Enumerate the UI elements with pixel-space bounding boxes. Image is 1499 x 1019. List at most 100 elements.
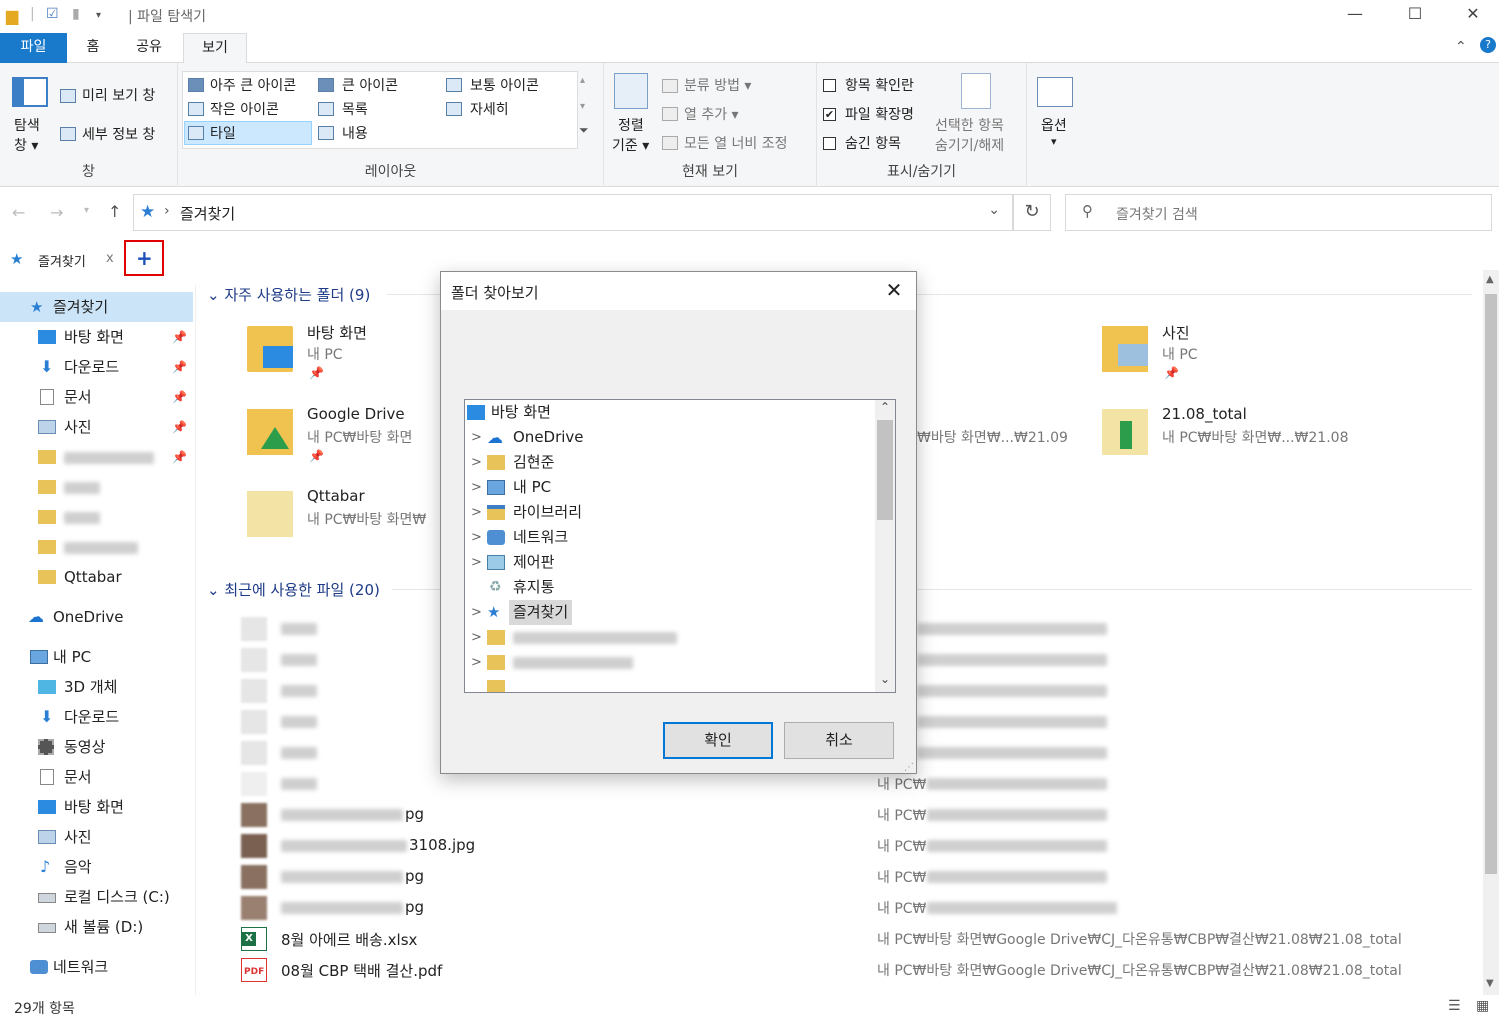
breadcrumb-chevron-icon[interactable]: ›: [164, 203, 170, 219]
layout-list[interactable]: 목록: [342, 99, 368, 119]
tile-folder[interactable]: 21.08_total 내 PC₩바탕 화면₩...₩21.08: [1102, 405, 1422, 475]
details-pane-button[interactable]: 세부 정보 창: [82, 124, 155, 144]
nav-local-disk-c[interactable]: 로컬 디스크 (C:): [0, 882, 193, 912]
expand-chevron-icon[interactable]: >: [471, 500, 482, 525]
nav-downloads[interactable]: ⬇ 다운로드 📌: [0, 352, 193, 382]
gallery-up-icon[interactable]: ▴: [580, 75, 585, 86]
options-dropdown-icon[interactable]: ▾: [1051, 135, 1057, 148]
tree-scroll-down-icon[interactable]: ⌄: [880, 672, 890, 686]
nav-desktop[interactable]: 바탕 화면 📌: [0, 322, 193, 352]
cancel-button[interactable]: 취소: [784, 722, 894, 759]
size-all-columns-button[interactable]: 모든 열 너비 조정: [684, 133, 788, 153]
nav-pc-documents[interactable]: 문서: [0, 762, 193, 792]
scroll-down-icon[interactable]: ▼: [1486, 978, 1494, 989]
expand-chevron-icon[interactable]: >: [471, 550, 482, 575]
item-checkboxes-checkbox[interactable]: [823, 79, 836, 92]
layout-tiles[interactable]: 타일: [210, 123, 236, 143]
folder-tree[interactable]: 바탕 화면 > ☁ OneDrive > 김현준 > 내 PC > 라이브러리 …: [464, 399, 896, 693]
navigation-pane-label2[interactable]: 창 ▾: [14, 135, 38, 155]
tree-item-blurred[interactable]: [465, 675, 875, 692]
tree-scroll-up-icon[interactable]: ⌃: [880, 400, 890, 414]
ok-button[interactable]: 확인: [663, 722, 773, 759]
hide-selected-button[interactable]: 선택한 항목: [935, 115, 1004, 135]
resize-grip-icon[interactable]: ⋰: [904, 762, 914, 773]
tree-item-quick-access[interactable]: > ★ 즐겨찾기: [465, 600, 875, 625]
nav-3d-objects[interactable]: 3D 개체: [0, 672, 193, 702]
refresh-button[interactable]: ↻: [1013, 194, 1051, 231]
address-bar[interactable]: ★ › 즐겨찾기 ⌄: [133, 194, 1013, 231]
group-by-button[interactable]: 분류 방법 ▾: [684, 75, 751, 95]
gallery-down-icon[interactable]: ▾: [580, 101, 585, 112]
nav-blurred-item[interactable]: 📌: [0, 442, 193, 472]
tree-item-user[interactable]: > 김현준: [465, 450, 875, 475]
tab-file[interactable]: 파일: [0, 33, 67, 63]
nav-music[interactable]: ♪ 음악: [0, 852, 193, 882]
search-input[interactable]: 즐겨찾기 검색: [1116, 204, 1198, 224]
recent-file-row[interactable]: 내 PC₩: [237, 770, 1477, 798]
maximize-button[interactable]: ☐: [1386, 0, 1444, 30]
nav-blurred-item[interactable]: [0, 502, 193, 532]
nav-volume-d[interactable]: 새 볼륨 (D:): [0, 912, 193, 942]
tree-scrollbar[interactable]: ⌃ ⌄: [875, 400, 895, 692]
recent-file-row[interactable]: 3108.jpg 내 PC₩: [237, 832, 1477, 860]
nav-documents[interactable]: 문서 📌: [0, 382, 193, 412]
layout-medium-icons[interactable]: 보통 아이콘: [470, 75, 539, 95]
tiles-view-icon[interactable]: ▦: [1476, 998, 1489, 1014]
nav-pictures[interactable]: 사진 📌: [0, 412, 193, 442]
close-button[interactable]: ✕: [1444, 0, 1499, 30]
layout-content[interactable]: 내용: [342, 123, 368, 143]
recent-file-row[interactable]: X 8월 아에르 배송.xlsx 내 PC₩바탕 화면₩Google Drive…: [237, 925, 1477, 953]
tree-item-blurred[interactable]: >: [465, 625, 875, 650]
customize-toolbar-icon[interactable]: ▾: [96, 10, 101, 21]
tab-home[interactable]: 홈: [70, 33, 116, 63]
tree-item-desktop[interactable]: 바탕 화면: [465, 400, 875, 425]
content-scrollbar[interactable]: ▲ ▼: [1483, 270, 1499, 995]
nav-pc-pictures[interactable]: 사진: [0, 822, 193, 852]
recent-file-row[interactable]: pg 내 PC₩: [237, 863, 1477, 891]
tree-item-control-panel[interactable]: > 제어판: [465, 550, 875, 575]
address-path[interactable]: 즐겨찾기: [180, 203, 235, 224]
options-button[interactable]: 옵션: [1041, 115, 1067, 135]
tree-item-this-pc[interactable]: > 내 PC: [465, 475, 875, 500]
preview-pane-button[interactable]: 미리 보기 창: [82, 85, 155, 105]
forward-icon[interactable]: →: [50, 203, 63, 222]
back-icon[interactable]: ←: [12, 203, 25, 222]
tab-close-icon[interactable]: x: [106, 251, 114, 266]
tab-share[interactable]: 공유: [120, 33, 178, 63]
expand-chevron-icon[interactable]: >: [471, 650, 482, 675]
expand-chevron-icon[interactable]: >: [471, 425, 482, 450]
expand-chevron-icon[interactable]: >: [471, 625, 482, 650]
navigation-pane-label[interactable]: 탐색: [14, 115, 40, 135]
recent-file-row[interactable]: pg 내 PC₩: [237, 894, 1477, 922]
expand-chevron-icon[interactable]: >: [471, 525, 482, 550]
nav-network[interactable]: 네트워크: [0, 952, 193, 982]
tree-scrollbar-thumb[interactable]: [877, 420, 893, 520]
nav-pc-desktop[interactable]: 바탕 화면: [0, 792, 193, 822]
minimize-button[interactable]: —: [1326, 0, 1384, 30]
sort-by-label2[interactable]: 기준 ▾: [612, 135, 649, 155]
nav-qttabar[interactable]: Qttabar: [0, 562, 193, 592]
details-view-icon[interactable]: ☰: [1448, 998, 1461, 1014]
add-columns-button[interactable]: 열 추가 ▾: [684, 104, 739, 124]
layout-large-icons[interactable]: 큰 아이콘: [342, 75, 398, 95]
address-dropdown-icon[interactable]: ⌄: [988, 202, 1000, 218]
up-icon[interactable]: ↑: [108, 202, 121, 221]
recent-file-row[interactable]: pg 내 PC₩: [237, 801, 1477, 829]
tree-item-blurred[interactable]: >: [465, 650, 875, 675]
new-folder-icon[interactable]: ▮: [72, 6, 80, 22]
tab-quick-access[interactable]: 즐겨찾기: [38, 251, 86, 270]
hidden-items-checkbox[interactable]: [823, 137, 836, 150]
section-frequent-folders[interactable]: ⌄ 자주 사용하는 폴더 (9): [207, 284, 370, 305]
sort-by-label[interactable]: 정렬: [618, 115, 644, 135]
tab-view[interactable]: 보기: [183, 33, 247, 64]
tree-item-onedrive[interactable]: > ☁ OneDrive: [465, 425, 875, 450]
help-icon[interactable]: ?: [1480, 37, 1496, 53]
tree-item-network[interactable]: > 네트워크: [465, 525, 875, 550]
scroll-up-icon[interactable]: ▲: [1486, 274, 1494, 285]
nav-blurred-item[interactable]: [0, 532, 193, 562]
nav-this-pc[interactable]: 내 PC: [0, 642, 193, 672]
recent-file-row[interactable]: PDF 08월 CBP 택배 결산.pdf 내 PC₩바탕 화면₩Google …: [237, 956, 1477, 984]
expand-chevron-icon[interactable]: >: [471, 600, 482, 625]
recent-locations-icon[interactable]: ▾: [84, 205, 89, 216]
file-extensions-checkbox[interactable]: ✔: [823, 108, 836, 121]
